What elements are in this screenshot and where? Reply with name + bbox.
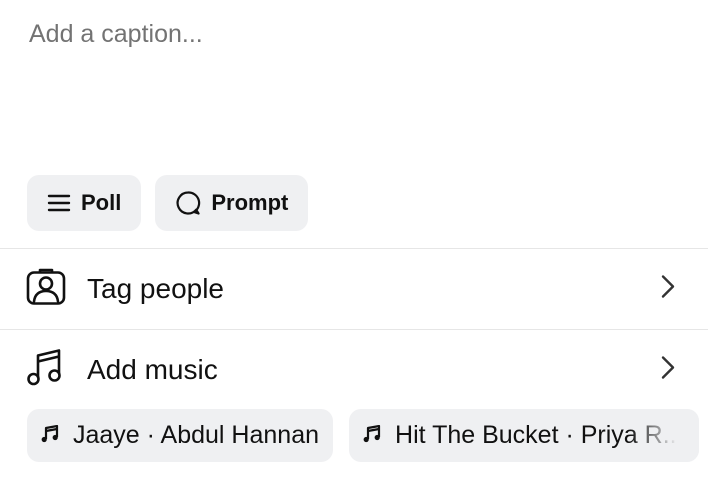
poll-label: Poll <box>81 190 122 215</box>
person-tag-icon <box>26 268 66 311</box>
music-suggestion-chip[interactable]: Hit The Bucket · Priya R... <box>349 409 700 462</box>
list-icon <box>47 193 71 213</box>
caption-tools: Poll Prompt <box>27 175 309 231</box>
music-suggestion-label: Jaaye · Abdul Hannan <box>73 421 320 449</box>
add-music-label: Add music <box>87 354 218 385</box>
chevron-right-icon <box>660 274 676 305</box>
music-note-icon <box>363 421 381 450</box>
caption-input[interactable] <box>29 14 669 54</box>
music-suggestions: Jaaye · Abdul Hannan Hit The Bucket · Pr… <box>27 409 700 462</box>
music-note-icon <box>41 421 59 450</box>
speech-bubble-icon <box>175 190 201 216</box>
prompt-label: Prompt <box>211 190 289 215</box>
tag-people-label: Tag people <box>87 273 225 304</box>
add-music-row[interactable]: Add music <box>0 330 708 410</box>
tag-people-row[interactable]: Tag people <box>0 249 708 329</box>
prompt-button[interactable]: Prompt <box>155 175 309 231</box>
music-suggestion-chip[interactable]: Jaaye · Abdul Hannan <box>27 409 334 462</box>
post-composer: Poll Prompt Tag people <box>0 0 708 480</box>
chevron-right-icon <box>660 355 676 386</box>
fade-overlay <box>629 409 700 462</box>
music-note-icon <box>26 349 64 392</box>
poll-button[interactable]: Poll <box>27 175 142 231</box>
